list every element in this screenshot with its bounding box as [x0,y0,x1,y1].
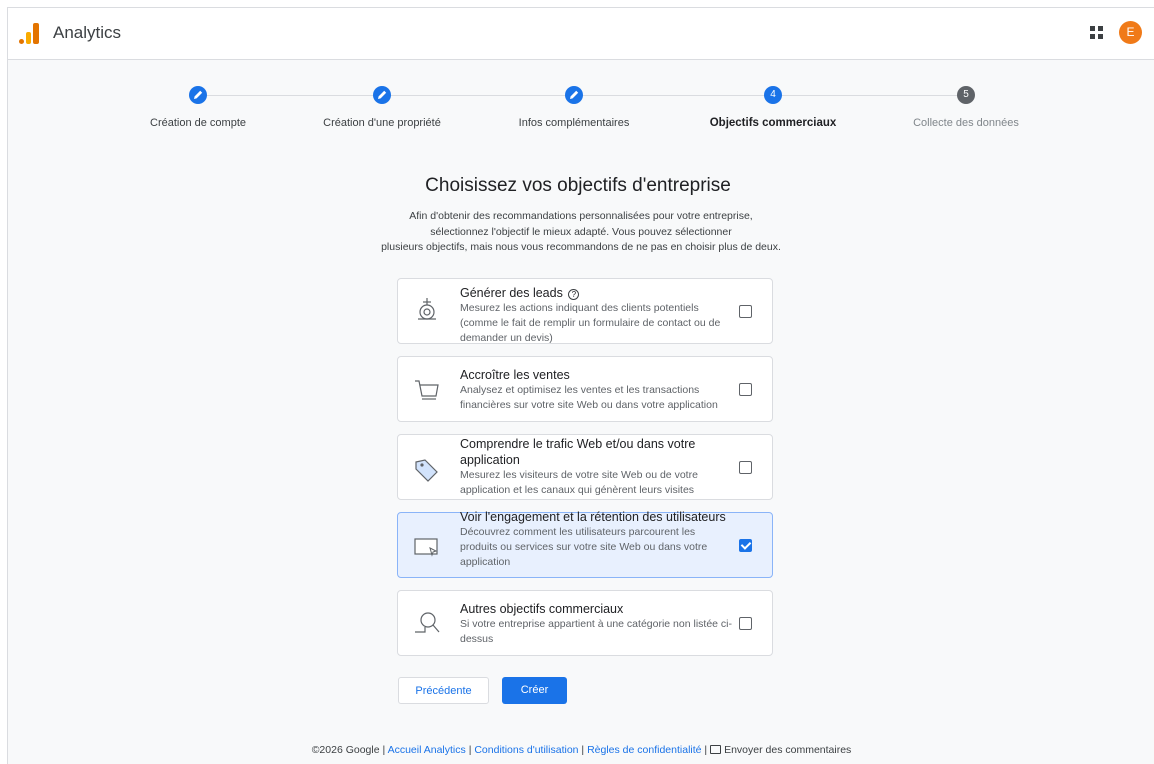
step-label: Collecte des données [913,117,1019,129]
analytics-logo-icon[interactable] [19,22,41,44]
feedback-icon [710,745,722,754]
objective-checkbox[interactable] [739,617,752,630]
objective-title: Comprendre le trafic Web et/ou dans votr… [460,437,696,467]
leads-target-icon [412,294,442,328]
help-circle-icon[interactable]: ? [568,289,580,300]
step-label: Création de compte [150,117,246,129]
objective-description: Mesurez les actions indiquant des client… [460,302,721,344]
app-frame: Analytics E Création de compte Création … [7,7,1154,764]
footer-separator: | [704,744,708,756]
create-button[interactable]: Créer [502,677,567,704]
step-label: Infos complémentaires [518,117,630,129]
step-account-creation[interactable]: Création de compte [118,86,278,129]
objective-title: Générer des leads [460,286,563,300]
objective-checkbox[interactable] [739,461,752,474]
objective-description: Mesurez les visiteurs de votre site Web … [460,469,698,496]
objective-description: Découvrez comment les utilisateurs parco… [460,526,708,568]
objective-title: Accroître les ventes [460,368,570,382]
objective-card-other[interactable]: Autres objectifs commerciaux Si votre en… [397,590,773,656]
footer: ©2026 Google | Accueil Analytics | Condi… [8,744,1154,756]
objective-title: Voir l'engagement et la rétention des ut… [460,510,726,524]
step-number-badge: 5 [957,86,975,104]
footer-separator: | [581,744,585,756]
account-avatar[interactable]: E [1119,21,1142,44]
objective-card-leads[interactable]: Générer des leads ? Mesurez les actions … [397,278,773,344]
intro-line: plusieurs objectifs, mais nous vous reco… [381,241,781,253]
footer-link-terms[interactable]: Conditions d'utilisation [474,744,578,756]
footer-separator: | [382,744,386,756]
objective-checkbox[interactable] [739,383,752,396]
objective-description: Si votre entreprise appartient à une cat… [460,618,732,645]
apps-grid-icon[interactable] [1090,26,1104,40]
feedback-link[interactable]: Envoyer des commentaires [710,744,851,756]
intro-line: sélectionnez l'objectif le mieux adapté.… [430,225,732,238]
footer-copyright: ©2026 Google [311,744,380,756]
objective-checkbox[interactable] [739,305,752,318]
edit-pencil-icon [373,86,391,104]
step-property-creation[interactable]: Création d'une propriété [302,86,462,129]
top-app-bar: Analytics E [8,8,1154,60]
objective-card-traffic[interactable]: Comprendre le trafic Web et/ou dans votr… [397,434,773,500]
edit-pencil-icon [565,86,583,104]
shopping-cart-icon [412,372,442,406]
objective-card-sales[interactable]: Accroître les ventes Analysez et optimis… [397,356,773,422]
page-title: Choisissez vos objectifs d'entreprise [425,175,731,196]
feedback-label: Envoyer des commentaires [724,744,852,756]
step-label: Objectifs commerciaux [709,117,837,129]
edit-pencil-icon [189,86,207,104]
step-number-badge: 4 [764,86,782,104]
tag-icon [412,450,442,484]
intro-line: Afin d'obtenir des recommandations perso… [409,210,753,222]
step-additional-info[interactable]: Infos complémentaires [494,86,654,129]
previous-button[interactable]: Précédente [398,677,489,704]
app-title[interactable]: Analytics [53,23,121,43]
objective-checkbox-checked[interactable] [739,539,752,552]
step-business-objectives: 4 Objectifs commerciaux [693,86,853,129]
objective-title: Autres objectifs commerciaux [460,602,624,616]
objective-card-engagement[interactable]: Voir l'engagement et la rétention des ut… [397,510,773,578]
setup-stepper: Création de compte Création d'une propri… [8,86,1154,136]
footer-link-privacy[interactable]: Règles de confidentialité [587,744,701,756]
objective-description: Analysez et optimisez les ventes et les … [460,384,718,411]
step-data-collection: 5 Collecte des données [886,86,1046,129]
intro-text: Afin d'obtenir des recommandations perso… [351,209,811,256]
footer-link-analytics-home[interactable]: Accueil Analytics [388,744,466,756]
screen-cursor-icon [412,528,442,562]
step-label: Création d'une propriété [323,117,441,129]
footer-separator: | [468,744,472,756]
magnifier-icon [412,606,442,640]
